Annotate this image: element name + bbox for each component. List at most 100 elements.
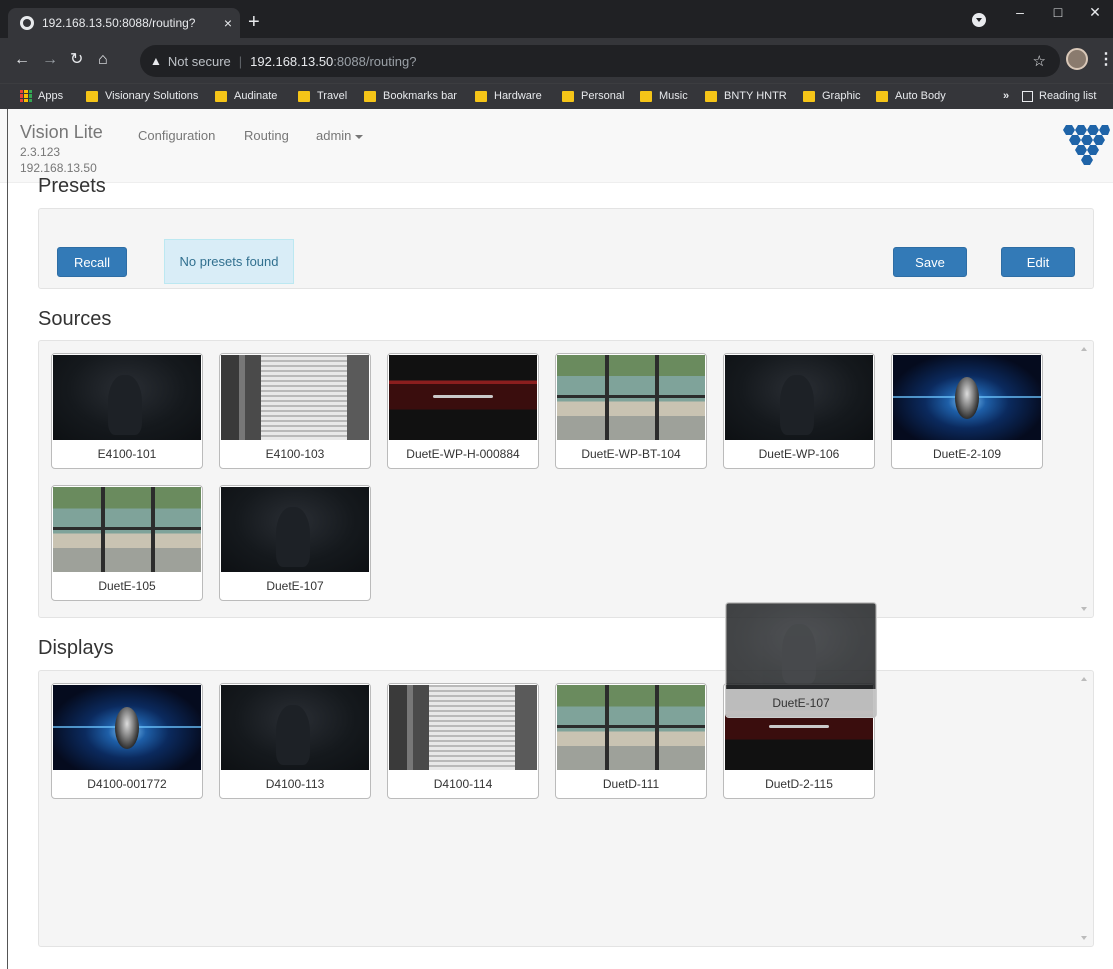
source-tile[interactable]: DuetE-WP-H-000884: [387, 353, 539, 469]
more-bookmarks-button[interactable]: »: [1003, 90, 1009, 102]
video-thumbnail: [893, 355, 1041, 440]
scroll-up-icon[interactable]: [1081, 347, 1087, 351]
tile-label: DuetE-WP-106: [758, 447, 840, 461]
browser-toolbar: ← → ↻ ⌂ ▲ Not secure | 192.168.13.50 :80…: [0, 38, 1113, 83]
folder-icon: [876, 90, 888, 102]
url-host: 192.168.13.50: [250, 53, 334, 69]
tile-label: D4100-001772: [87, 777, 167, 791]
displays-title: Displays: [38, 637, 114, 659]
nav-admin-dropdown[interactable]: admin: [316, 128, 364, 143]
displays-panel[interactable]: D4100-001772 D4100-113 D4100-114 DuetD-111 D…: [38, 670, 1094, 947]
tile-label: D4100-113: [265, 777, 325, 791]
bookmark-folder[interactable]: Audinate: [215, 90, 277, 102]
scroll-up-icon[interactable]: [1081, 677, 1087, 681]
window-close-icon[interactable]: ✕: [1077, 4, 1113, 21]
media-control-icon[interactable]: [972, 13, 986, 27]
video-thumbnail: [725, 355, 873, 440]
edit-button[interactable]: Edit: [1001, 247, 1075, 277]
nav-routing[interactable]: Routing: [244, 128, 289, 143]
page: Vision Lite 2.3.123 192.168.13.50 Config…: [0, 109, 1113, 969]
recall-button[interactable]: Recall: [57, 247, 127, 277]
address-bar[interactable]: ▲ Not secure | 192.168.13.50 :8088/routi…: [140, 45, 1060, 77]
tab-title: 192.168.13.50:8088/routing?: [42, 16, 196, 30]
apps-grid-icon: [20, 90, 32, 102]
bookmark-folder[interactable]: Bookmarks bar: [364, 90, 457, 102]
tile-label: E4100-103: [265, 447, 325, 461]
app-version: 2.3.123: [20, 145, 61, 159]
source-tile[interactable]: DuetE-105: [51, 485, 203, 601]
forward-icon[interactable]: →: [42, 52, 58, 68]
globe-icon: [20, 16, 34, 30]
display-tile[interactable]: D4100-001772: [51, 683, 203, 799]
tile-label: DuetE-WP-BT-104: [581, 447, 681, 461]
source-tile[interactable]: E4100-103: [219, 353, 371, 469]
browser-tab[interactable]: 192.168.13.50:8088/routing? ×: [8, 8, 240, 38]
source-tile[interactable]: E4100-101: [51, 353, 203, 469]
bookmark-folder[interactable]: Visionary Solutions: [86, 90, 198, 102]
folder-icon: [705, 90, 717, 102]
tile-label: D4100-114: [433, 777, 493, 791]
bookmark-folder[interactable]: Travel: [298, 90, 347, 102]
save-button[interactable]: Save: [893, 247, 967, 277]
video-thumbnail: [221, 355, 369, 440]
folder-icon: [640, 90, 652, 102]
no-presets-alert: No presets found: [164, 239, 294, 284]
tile-label: DuetE-105: [98, 579, 156, 593]
video-thumbnail: [557, 685, 705, 770]
nav-configuration[interactable]: Configuration: [138, 128, 215, 143]
browser-menu-icon[interactable]: ⋮: [1098, 49, 1113, 69]
tile-label: E4100-101: [97, 447, 157, 461]
video-thumbnail: [557, 355, 705, 440]
source-tile[interactable]: DuetE-107: [219, 485, 371, 601]
bookmark-folder[interactable]: Music: [640, 90, 688, 102]
dragged-source-tile[interactable]: DuetE-107: [725, 602, 877, 718]
sources-panel[interactable]: E4100-101 E4100-103 DuetE-WP-H-000884 DuetE…: [38, 340, 1094, 618]
display-tile[interactable]: D4100-113: [219, 683, 371, 799]
video-thumbnail: [221, 487, 369, 572]
new-tab-button[interactable]: +: [248, 12, 260, 32]
folder-icon: [562, 90, 574, 102]
caret-down-icon: [355, 134, 364, 139]
browser-tabstrip: 192.168.13.50:8088/routing? × + – □ ✕: [0, 0, 1113, 38]
bookmark-folder[interactable]: Graphic: [803, 90, 861, 102]
close-tab-icon[interactable]: ×: [216, 15, 240, 31]
bookmark-apps[interactable]: Apps: [20, 90, 63, 102]
display-tile[interactable]: D4100-114: [387, 683, 539, 799]
presets-panel: Recall No presets found Save Edit: [38, 208, 1094, 289]
reload-icon[interactable]: ↻: [70, 52, 83, 68]
bookmark-star-icon[interactable]: ☆: [1033, 52, 1046, 70]
video-thumbnail: [727, 604, 875, 689]
reading-list-icon: [1022, 90, 1033, 102]
profile-avatar[interactable]: [1066, 48, 1088, 70]
home-icon[interactable]: ⌂: [98, 52, 108, 68]
bookmark-folder[interactable]: Hardware: [475, 90, 542, 102]
tile-label: DuetE-WP-H-000884: [406, 447, 520, 461]
folder-icon: [298, 90, 310, 102]
reading-list-button[interactable]: Reading list: [1022, 90, 1096, 102]
display-tile[interactable]: DuetD-111: [555, 683, 707, 799]
scroll-down-icon[interactable]: [1081, 936, 1087, 940]
app-brand[interactable]: Vision Lite: [20, 122, 103, 143]
video-thumbnail: [53, 355, 201, 440]
source-tile[interactable]: DuetE-WP-106: [723, 353, 875, 469]
source-tile[interactable]: DuetE-WP-BT-104: [555, 353, 707, 469]
device-ip: 192.168.13.50: [20, 161, 97, 175]
presets-title: Presets: [38, 175, 106, 197]
bookmark-folder[interactable]: Auto Body: [876, 90, 946, 102]
tile-label: DuetD-2-115: [765, 777, 833, 791]
folder-icon: [475, 90, 487, 102]
company-logo: [1063, 125, 1110, 165]
source-tile[interactable]: DuetE-2-109: [891, 353, 1043, 469]
minimize-icon[interactable]: –: [1002, 4, 1038, 20]
bookmark-folder[interactable]: BNTY HNTR: [705, 90, 787, 102]
folder-icon: [364, 90, 376, 102]
url-path: :8088/routing?: [333, 53, 417, 69]
video-thumbnail: [389, 355, 537, 440]
scroll-down-icon[interactable]: [1081, 607, 1087, 611]
video-thumbnail: [53, 685, 201, 770]
tile-label: DuetE-2-109: [932, 447, 1002, 461]
back-icon[interactable]: ←: [14, 52, 30, 68]
maximize-icon[interactable]: □: [1040, 4, 1076, 20]
bookmark-folder[interactable]: Personal: [562, 90, 624, 102]
folder-icon: [86, 90, 98, 102]
